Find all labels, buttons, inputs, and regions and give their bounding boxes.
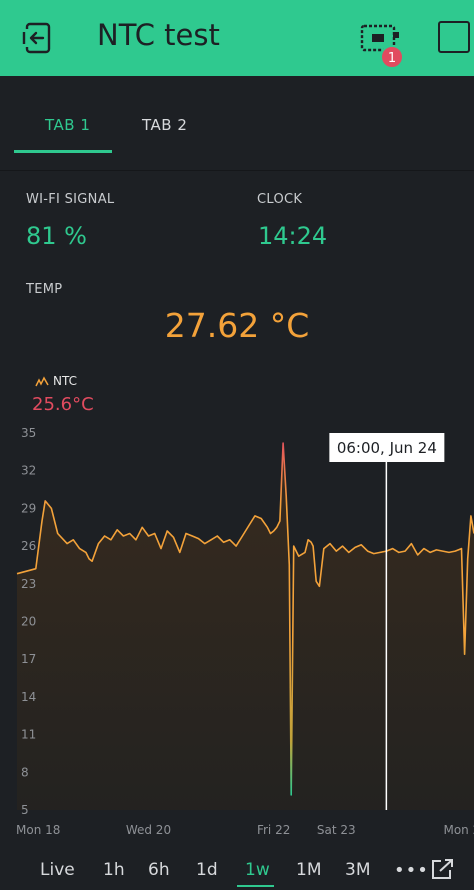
x-tick-label: Mon 25: [443, 823, 474, 837]
x-tick-label: Mon 18: [16, 823, 60, 837]
series-area: [17, 443, 474, 810]
y-tick-label: 20: [21, 615, 36, 629]
temperature-chart[interactable]: 35 32 29 26 23 20 17 14 11 8 5 Mon 18 Wed 20 Fri 22 S…: [0, 420, 474, 848]
y-tick-label: 26: [21, 539, 36, 553]
back-icon[interactable]: [20, 20, 56, 56]
tab-1[interactable]: TAB 1: [45, 116, 90, 134]
range-live[interactable]: Live: [40, 860, 75, 880]
y-tick-label: 11: [21, 728, 36, 742]
x-tick-label: Fri 22: [257, 823, 290, 837]
more-icon[interactable]: •••: [394, 860, 429, 881]
y-tick-label: 17: [21, 652, 36, 666]
tab-2[interactable]: TAB 2: [142, 116, 187, 134]
range-1d[interactable]: 1d: [196, 860, 218, 880]
y-tick-label: 29: [21, 501, 36, 515]
legend-name[interactable]: NTC: [53, 374, 77, 388]
range-1m[interactable]: 1M: [296, 860, 321, 880]
y-tick-label: 14: [21, 690, 36, 704]
tooltip-text: 06:00, Jun 24: [337, 439, 437, 457]
wifi-value: 81 %: [26, 222, 87, 250]
wifi-label: WI-FI SIGNAL: [26, 192, 115, 207]
time-range-bar: Live 1h 6h 1d 1w 1M 3M •••: [0, 852, 474, 890]
active-range-indicator: [237, 885, 274, 887]
clock-label: CLOCK: [257, 192, 303, 207]
divider: [0, 170, 474, 171]
line-chart-icon: [35, 376, 49, 387]
x-tick-label: Wed 20: [126, 823, 171, 837]
app-header: NTC test 1: [0, 0, 474, 76]
y-tick-label: 32: [21, 464, 36, 478]
temp-value: 27.62 °C: [164, 306, 310, 345]
y-tick-label: 23: [21, 577, 36, 591]
app-title: NTC test: [97, 18, 220, 52]
legend-value: 25.6°C: [32, 394, 94, 415]
square-icon[interactable]: [438, 21, 470, 53]
notification-badge[interactable]: 1: [380, 45, 404, 69]
active-tab-indicator: [14, 150, 112, 153]
clock-value: 14:24: [258, 222, 328, 250]
temp-label: TEMP: [26, 282, 63, 297]
y-tick-label: 35: [21, 426, 36, 440]
range-6h[interactable]: 6h: [148, 860, 170, 880]
export-icon[interactable]: [431, 858, 455, 880]
range-3m[interactable]: 3M: [345, 860, 370, 880]
range-1h[interactable]: 1h: [103, 860, 125, 880]
range-1w[interactable]: 1w: [245, 860, 270, 880]
x-tick-label: Sat 23: [317, 823, 356, 837]
y-tick-label: 5: [21, 803, 29, 817]
tab-bar: TAB 1 TAB 2: [0, 96, 474, 154]
y-tick-label: 8: [21, 765, 29, 779]
